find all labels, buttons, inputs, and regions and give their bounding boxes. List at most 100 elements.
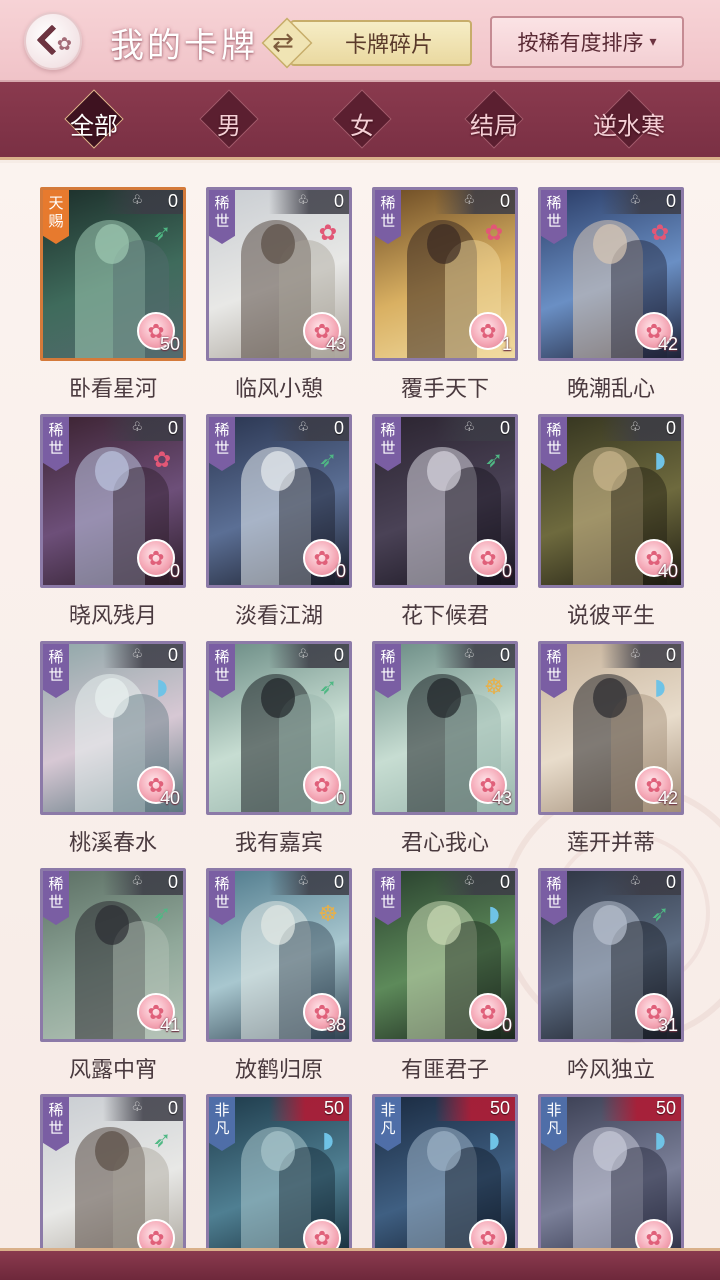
rarity-ribbon: 稀世: [375, 871, 401, 925]
figure-head: [593, 451, 627, 491]
card-item[interactable]: 稀世 ♧ 0 ➶ ✿: [40, 1094, 186, 1248]
filter-tab-male[interactable]: 男: [181, 89, 277, 149]
fragment-count: 0: [167, 1098, 178, 1118]
card-level: 0: [335, 788, 346, 808]
club-icon: ♧: [131, 1100, 143, 1115]
tab-label: 结局: [470, 112, 518, 140]
figure-head: [427, 905, 461, 945]
rarity-ribbon: 稀世: [43, 644, 69, 698]
card-item[interactable]: 天赐 ♧ 0 ➶ ✿ 50: [40, 187, 186, 361]
card-name: 放鹤归原: [234, 1058, 323, 1083]
fragment-count: 0: [499, 645, 510, 665]
filter-tab-ending[interactable]: 结局: [446, 89, 542, 149]
tab-label: 男: [217, 112, 241, 140]
card-item[interactable]: 稀世 ♧ 0 ✿ ✿ 43: [206, 187, 352, 361]
card-item[interactable]: 稀世 ♧ 0 ➶ ✿ 31: [538, 868, 684, 1042]
bow-icon: ➶: [484, 447, 504, 473]
card-item[interactable]: 稀世 ♧ 0 ◗ ✿ 0: [372, 868, 518, 1042]
club-icon: ♧: [463, 874, 475, 889]
flower-icon: ✿: [318, 220, 338, 246]
club-icon: ♧: [297, 647, 309, 662]
fan-icon: ◗: [654, 1127, 666, 1153]
card-item[interactable]: 稀世 ♧ 0 ☸ ✿ 43: [372, 641, 518, 815]
tab-label: 全部: [70, 112, 118, 140]
figure-head: [95, 905, 129, 945]
card-item[interactable]: 稀世 ♧ 0 ➶ ✿ 41: [40, 868, 186, 1042]
rarity-ribbon: 稀世: [43, 417, 69, 471]
card-item[interactable]: 稀世 ♧ 0 ✿ ✿ 42: [538, 187, 684, 361]
card-name: 花下候君: [400, 604, 489, 629]
figure-head: [95, 451, 129, 491]
card-name: 桃溪春水: [68, 831, 157, 856]
card-level: 40: [159, 788, 180, 808]
swap-icon: ⇄: [272, 28, 294, 58]
gold-emblem-icon: ☸: [484, 674, 504, 700]
sort-dropdown[interactable]: 按稀有度排序 ▾: [490, 16, 684, 68]
card-item[interactable]: 稀世 ♧ 0 ◗ ✿ 42: [538, 641, 684, 815]
top-bar: ✿ 我的卡牌 卡牌碎片 ⇄ 按稀有度排序 ▾: [0, 0, 720, 82]
back-button[interactable]: ✿: [24, 12, 82, 70]
card-level: 42: [657, 788, 678, 808]
fragment-count: 50: [655, 1098, 676, 1118]
card-item[interactable]: 稀世 ♧ 0 ➶ ✿ 0: [372, 414, 518, 588]
rarity-ribbon: 稀世: [43, 1097, 69, 1151]
card-level: 0: [501, 1015, 512, 1035]
bow-icon: ➶: [152, 1127, 172, 1153]
club-icon: ♧: [629, 647, 641, 662]
fan-icon: ◗: [156, 674, 168, 700]
card-fragments-button[interactable]: 卡牌碎片 ⇄: [261, 17, 472, 69]
figure-head: [95, 1131, 129, 1171]
fragment-count: 0: [665, 872, 676, 892]
filter-tab-female[interactable]: 女: [314, 89, 410, 149]
card-level: 43: [325, 334, 346, 354]
fragment-count: 0: [333, 418, 344, 438]
fragment-count: 0: [499, 872, 510, 892]
rarity-ribbon: 稀世: [541, 871, 567, 925]
filter-bar: 全部 男 女 结局 逆水寒: [0, 82, 720, 160]
club-icon: ♧: [629, 193, 641, 208]
card-item[interactable]: 非凡 50 ◗ ✿: [538, 1094, 684, 1248]
card-name: 淡看江湖: [234, 604, 323, 629]
bow-icon: ➶: [152, 901, 172, 927]
club-icon: ♧: [463, 193, 475, 208]
card-item[interactable]: 稀世 ♧ 0 ◗ ✿ 40: [538, 414, 684, 588]
fan-icon: ◗: [488, 1127, 500, 1153]
figure-head: [427, 1131, 461, 1171]
bottom-bar: [0, 1248, 720, 1280]
card-level: 31: [657, 1015, 678, 1035]
figure-head: [427, 678, 461, 718]
filter-tab-all[interactable]: 全部: [46, 89, 142, 149]
card-name: 风露中宵: [68, 1058, 157, 1083]
fan-icon: ◗: [488, 901, 500, 927]
bow-icon: ➶: [318, 674, 338, 700]
fragment-count: 50: [323, 1098, 344, 1118]
card-item[interactable]: 非凡 50 ◗ ✿: [206, 1094, 352, 1248]
card-name: 君心我心: [400, 831, 489, 856]
club-icon: ♧: [629, 420, 641, 435]
card-item[interactable]: 稀世 ♧ 0 ➶ ✿ 0: [206, 414, 352, 588]
fragment-count: 0: [333, 191, 344, 211]
card-item[interactable]: 稀世 ♧ 0 ◗ ✿ 40: [40, 641, 186, 815]
club-icon: ♧: [463, 420, 475, 435]
card-item[interactable]: 稀世 ♧ 0 ☸ ✿ 38: [206, 868, 352, 1042]
card-item[interactable]: 稀世 ♧ 0 ➶ ✿ 0: [206, 641, 352, 815]
rarity-ribbon: 非凡: [209, 1097, 235, 1151]
fragment-count: 0: [167, 645, 178, 665]
card-item[interactable]: 非凡 50 ◗ ✿: [372, 1094, 518, 1248]
club-icon: ♧: [297, 874, 309, 889]
rarity-ribbon: 稀世: [43, 871, 69, 925]
flower-icon: ✿: [152, 447, 172, 473]
card-item[interactable]: 稀世 ♧ 0 ✿ ✿ 0: [40, 414, 186, 588]
rarity-ribbon: 稀世: [209, 417, 235, 471]
rarity-ribbon: 稀世: [375, 644, 401, 698]
figure-head: [95, 678, 129, 718]
figure-head: [261, 1131, 295, 1171]
rarity-ribbon: 非凡: [375, 1097, 401, 1151]
rarity-ribbon: 稀世: [541, 190, 567, 244]
card-name: 覆手天下: [400, 377, 489, 402]
card-level: 0: [501, 561, 512, 581]
fan-icon: ◗: [654, 674, 666, 700]
card-item[interactable]: 稀世 ♧ 0 ✿ ✿ 1: [372, 187, 518, 361]
fan-icon: ◗: [322, 1127, 334, 1153]
filter-tab-nishuihan[interactable]: 逆水寒: [581, 89, 677, 149]
